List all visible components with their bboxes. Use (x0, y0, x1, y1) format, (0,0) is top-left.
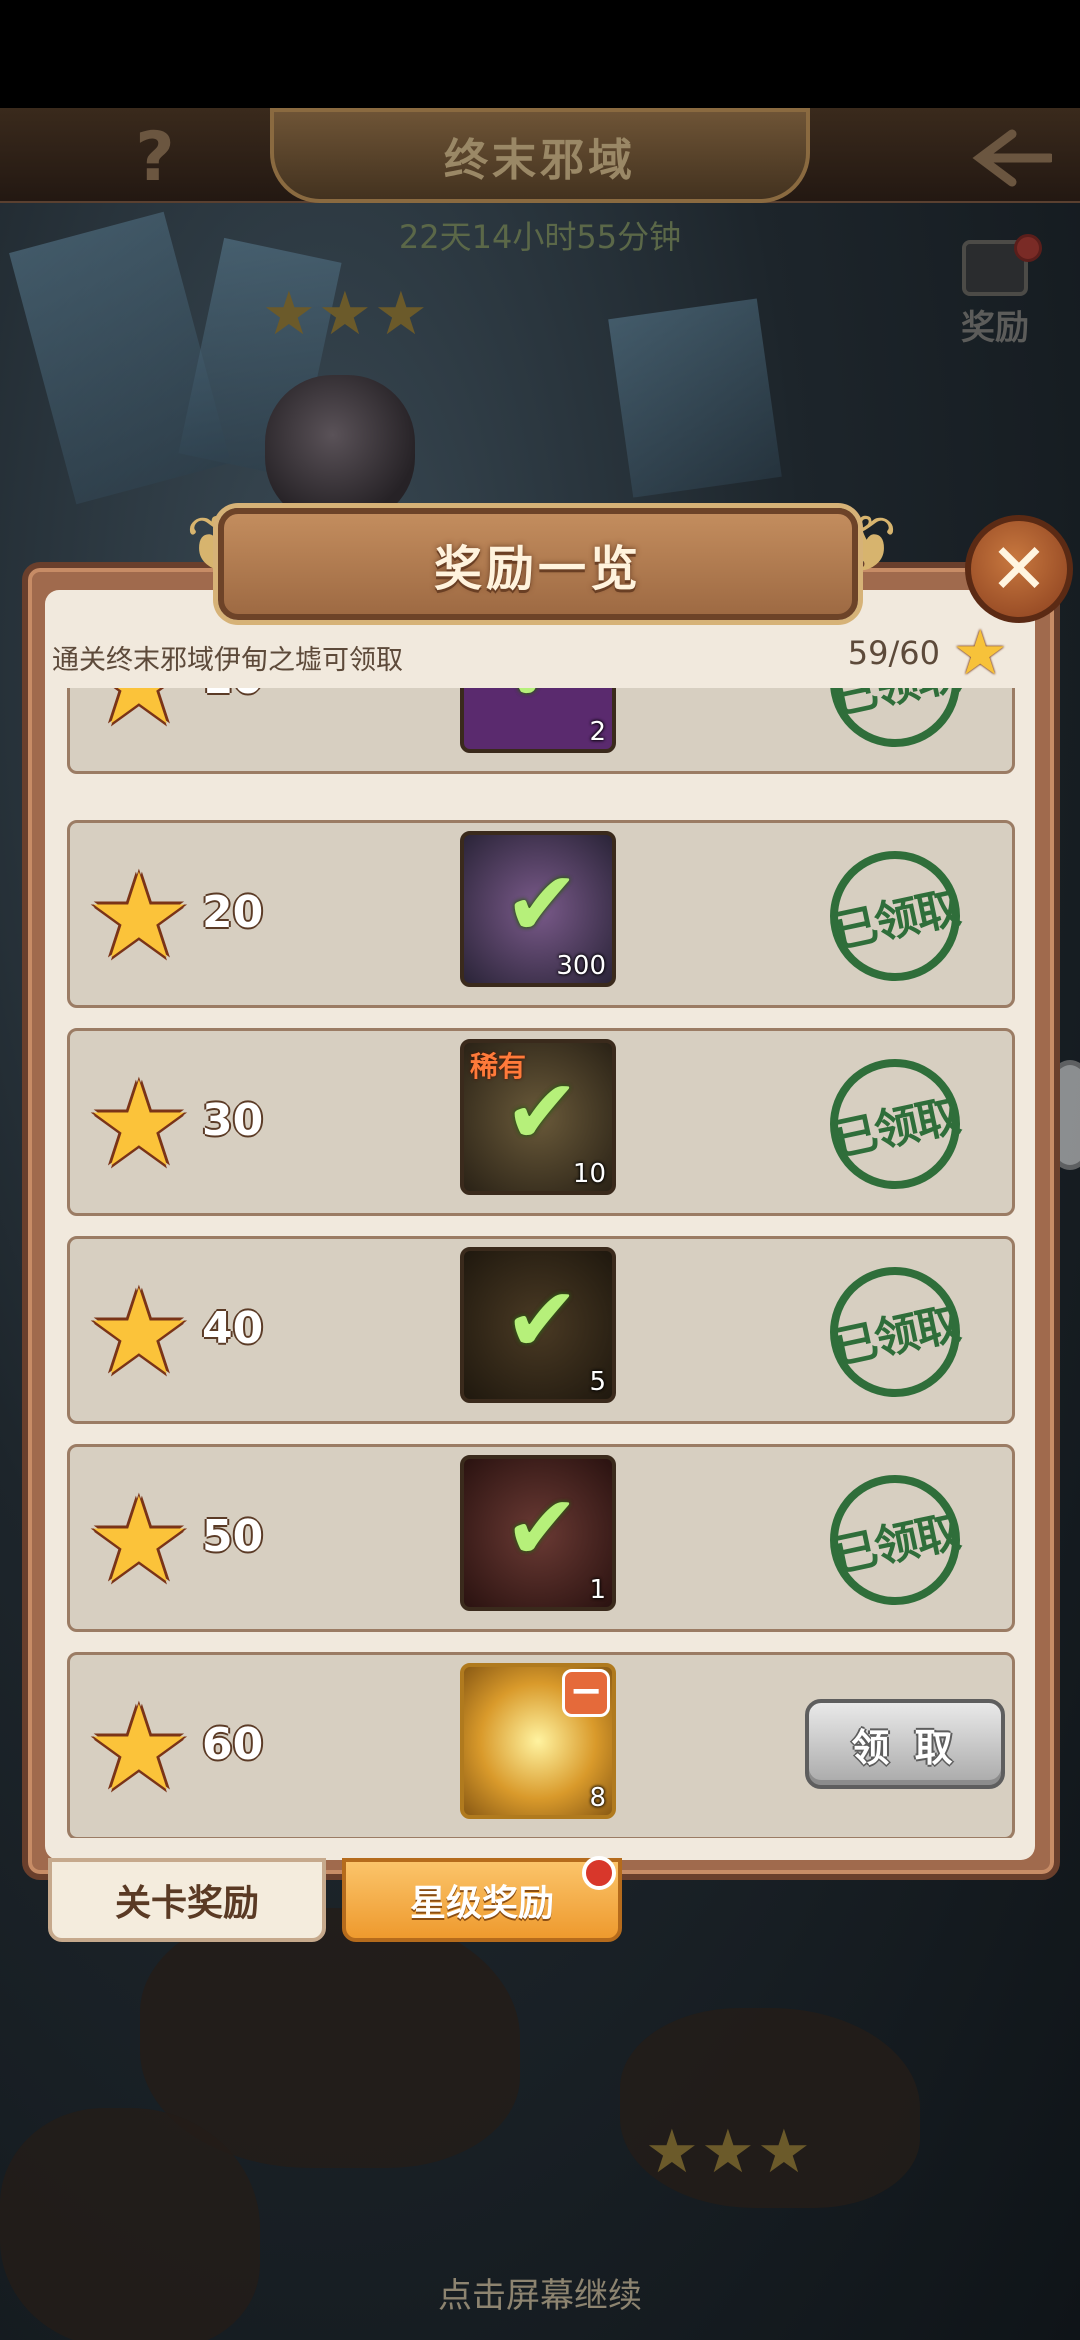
notification-dot (1014, 234, 1042, 262)
event-timer: 22天14小时55分钟 (398, 218, 682, 256)
back-arrow-icon[interactable] (972, 128, 1052, 188)
star-icon: ★ (374, 279, 428, 349)
claimed-stamp: 已领取 (817, 838, 973, 994)
star-requirement: 50 (202, 1511, 264, 1562)
panel-title: 奖励一览 (433, 541, 642, 597)
reward-row: ★ 50 ✔ 1 已领取 (67, 1444, 1015, 1632)
star-requirement: 40 (202, 1303, 264, 1354)
claimed-label: 已领取 (827, 688, 964, 726)
claimed-label: 已领取 (829, 882, 963, 959)
side-reward-label: 奖励 (961, 308, 1029, 348)
notification-dot (582, 1856, 616, 1890)
tab-stage-rewards[interactable]: 关卡奖励 (48, 1858, 326, 1942)
close-button[interactable]: ✕ (965, 515, 1073, 623)
claimed-stamp: 已领取 (817, 1254, 973, 1410)
star-icon: ★ (262, 279, 316, 349)
reward-item[interactable]: 稀有 ✔ 10 (460, 1039, 616, 1195)
star-requirement: 60 (202, 1719, 264, 1770)
claimed-label: 已领取 (829, 1090, 963, 1167)
star-icon: ★ (86, 1055, 192, 1193)
boss-portrait[interactable] (265, 375, 415, 525)
item-quantity: 10 (572, 1159, 606, 1189)
star-icon: ★ (86, 1263, 192, 1401)
item-quantity: 8 (589, 1783, 606, 1813)
tab-star-rewards[interactable]: 星级奖励 (342, 1858, 622, 1942)
reward-row: ★ 60 − 8 领 取 (67, 1652, 1015, 1838)
item-quantity: 5 (589, 1367, 606, 1397)
status-bar (0, 0, 1080, 108)
claimed-stamp: 已领取 (817, 1046, 973, 1202)
check-icon: ✔ (504, 1060, 580, 1165)
star-icon: ★ (86, 847, 192, 985)
minus-icon[interactable]: − (562, 1669, 610, 1717)
check-icon: ✔ (504, 1476, 580, 1581)
reward-list[interactable]: ★ 10 ✔ 2 已领取 ★ 20 ✔ 300 已领取 ★ 30 稀有 ✔ 10… (45, 688, 1035, 1838)
star-icon: ★ (86, 688, 196, 741)
claimed-stamp: 已领取 (817, 688, 973, 760)
reward-row: ★ 30 稀有 ✔ 10 已领取 (67, 1028, 1015, 1216)
tap-to-continue[interactable]: 点击屏幕继续 (0, 2268, 1080, 2317)
star-icon: ★ (318, 279, 372, 349)
info-row: 通关终末邪域伊甸之墟可领取 59/60 ★ (50, 622, 1030, 686)
panel-header: 奖励一览 (218, 508, 858, 620)
title-plaque: 终末邪域 (270, 108, 810, 203)
item-quantity: 2 (589, 717, 606, 747)
check-icon: ✔ (504, 1268, 580, 1373)
star-icon: ★ (645, 2117, 699, 2187)
check-icon: ✔ (504, 852, 580, 957)
star-count: 59/60 (847, 634, 940, 672)
star-requirement: 30 (202, 1095, 264, 1146)
item-quantity: 1 (589, 1575, 606, 1605)
reward-row: ★ 20 ✔ 300 已领取 (67, 820, 1015, 1008)
reward-item[interactable]: ✔ 300 (460, 831, 616, 987)
reward-description: 通关终末邪域伊甸之墟可领取 (52, 645, 403, 676)
claimed-label: 已领取 (829, 1506, 963, 1583)
star-requirement: 10 (202, 688, 263, 704)
star-icon: ★ (86, 1471, 192, 1609)
help-button[interactable]: ? (120, 118, 190, 198)
star-requirement: 20 (202, 887, 264, 938)
reward-row: ★ 10 ✔ 2 已领取 (67, 688, 1015, 774)
stage-stars-bottom: ★ ★ ★ (645, 2117, 813, 2187)
star-icon: ★ (701, 2117, 755, 2187)
star-icon: ★ (86, 1679, 192, 1817)
reward-row: ★ 40 ✔ 5 已领取 (67, 1236, 1015, 1424)
reward-item[interactable]: ✔ 1 (460, 1455, 616, 1611)
claimed-stamp: 已领取 (817, 1462, 973, 1618)
claim-button[interactable]: 领 取 (805, 1699, 1005, 1789)
check-icon: ✔ (492, 688, 592, 716)
reward-item[interactable]: ✔ 2 (460, 688, 616, 753)
star-icon: ★ (952, 616, 1008, 689)
item-quantity: 300 (556, 951, 606, 981)
side-reward-button[interactable]: 奖励 (950, 234, 1042, 350)
stage-stars-top: ★ ★ ★ (262, 279, 430, 349)
reward-item[interactable]: ✔ 5 (460, 1247, 616, 1403)
star-icon: ★ (757, 2117, 811, 2187)
close-icon: ✕ (989, 528, 1049, 610)
reward-item[interactable]: − 8 (460, 1663, 616, 1819)
page-title: 终末邪域 (444, 134, 636, 186)
claimed-label: 已领取 (829, 1298, 963, 1375)
